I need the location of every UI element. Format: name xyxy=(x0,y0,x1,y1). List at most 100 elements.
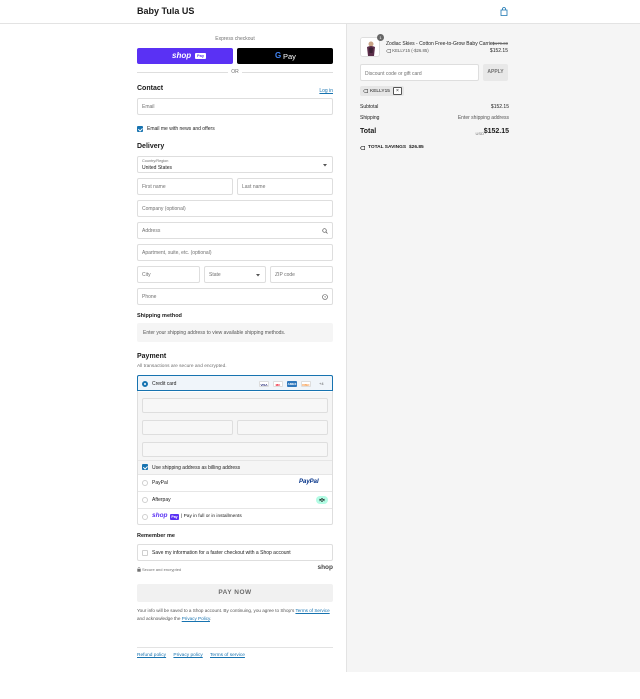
card-fields-area xyxy=(138,392,332,461)
country-value: United States xyxy=(142,165,173,171)
billing-address-row: Use shipping address as billing address xyxy=(138,461,332,475)
discount-placeholder: Discount code or gift card xyxy=(365,71,422,77)
quantity-badge: 1 xyxy=(377,34,384,41)
privacy-link[interactable]: Privacy Policy xyxy=(182,616,210,621)
product-image xyxy=(360,37,380,57)
card-number-field[interactable] xyxy=(142,398,328,413)
last-name-field[interactable]: Last name xyxy=(237,178,333,195)
apply-button[interactable]: APPLY xyxy=(483,64,508,81)
fine-print-text: Your info will be saved to a Shop accoun… xyxy=(137,608,296,613)
shopping-bag-icon[interactable] xyxy=(500,7,508,16)
state-placeholder: State xyxy=(209,271,221,278)
credit-card-radio[interactable] xyxy=(142,381,148,387)
security-code-field[interactable] xyxy=(237,420,328,435)
name-on-card-field[interactable] xyxy=(142,442,328,457)
billing-same-label: Use shipping address as billing address xyxy=(152,465,241,471)
terms-link[interactable]: Terms of Service xyxy=(295,608,329,613)
apartment-placeholder: Apartment, suite, etc. (optional) xyxy=(142,249,212,256)
credit-card-option[interactable]: Credit card VISA MC AMEX DISC +4 xyxy=(137,375,333,391)
tag-icon xyxy=(385,48,391,53)
company-field[interactable]: Company (optional) xyxy=(137,200,333,217)
product-price: $152.15 xyxy=(489,48,508,54)
total-label: Total xyxy=(360,128,377,135)
product-discount-code: KELLY15 (-$26.85) xyxy=(392,48,429,53)
total-savings-label: TOTAL SAVINGS xyxy=(368,145,407,150)
total-row: Total USD $152.15 xyxy=(360,128,509,138)
brand-logo[interactable]: Baby Tula US xyxy=(137,6,194,16)
discount-code-input[interactable]: Discount code or gift card xyxy=(360,64,479,81)
order-summary: 1 Zodiac Skies - Cotton Free-to-Grow Bab… xyxy=(346,24,640,672)
remember-me-title: Remember me xyxy=(137,533,175,539)
city-field[interactable]: City xyxy=(137,266,200,283)
afterpay-radio[interactable] xyxy=(142,497,148,503)
payment-subtitle: All transactions are secure and encrypte… xyxy=(137,364,227,369)
shop-pay-installments-logo: shop xyxy=(152,512,168,519)
country-label: Country/Region xyxy=(142,159,169,163)
phone-placeholder: Phone xyxy=(142,293,157,300)
shop-pay-wordmark: shop xyxy=(172,51,192,60)
phone-field[interactable]: Phone ? xyxy=(137,288,333,305)
first-name-placeholder: First name xyxy=(142,183,166,190)
country-select[interactable]: Country/Region United States xyxy=(137,156,333,173)
afterpay-label: Afterpay xyxy=(152,497,171,503)
fine-print-and: and acknowledge the xyxy=(137,615,182,621)
applied-discount-code: KELLY15 xyxy=(370,88,390,94)
fine-print: Your info will be saved to a Shop accoun… xyxy=(137,607,333,622)
state-select[interactable]: State xyxy=(204,266,266,283)
zip-placeholder: ZIP code xyxy=(275,271,295,278)
paypal-label: PayPal xyxy=(152,480,168,486)
paypal-radio[interactable] xyxy=(142,480,148,486)
remember-label: Save my information for a faster checkou… xyxy=(152,550,291,556)
email-placeholder: Email xyxy=(142,103,155,110)
more-cards-label: +4 xyxy=(319,381,324,386)
search-icon xyxy=(322,228,328,234)
remember-checkbox[interactable] xyxy=(142,550,148,556)
shop-pay-installments-option[interactable]: shop Pay | Pay in full or in installment… xyxy=(138,509,332,525)
subtotal-value: $152.15 xyxy=(490,104,509,110)
payment-options: Credit card VISA MC AMEX DISC +4 Use shi… xyxy=(137,375,333,525)
shop-pay-button[interactable]: shop Pay xyxy=(137,48,233,64)
first-name-field[interactable]: First name xyxy=(137,178,233,195)
login-link[interactable]: Log in xyxy=(319,88,333,94)
product-name: Zodiac Skies - Cotton Free-to-Grow Baby … xyxy=(386,41,495,47)
tag-icon xyxy=(360,145,365,150)
apartment-field[interactable]: Apartment, suite, etc. (optional) xyxy=(137,244,333,261)
help-icon[interactable]: ? xyxy=(322,294,328,300)
remember-me-box: Save my information for a faster checkou… xyxy=(137,544,333,561)
newsletter-checkbox[interactable] xyxy=(137,126,143,132)
footer-divider xyxy=(137,647,333,648)
footer-links: Refund policy Privacy policy Terms of se… xyxy=(137,653,251,658)
fine-print-end: . xyxy=(209,615,212,621)
header: Baby Tula US xyxy=(0,0,640,24)
google-pay-label: Pay xyxy=(283,51,296,61)
terms-of-service-link[interactable]: Terms of service xyxy=(210,653,245,658)
lock-icon xyxy=(137,567,141,572)
afterpay-option[interactable]: Afterpay xyxy=(138,492,332,509)
total-value: $152.15 xyxy=(483,128,509,135)
shop-pay-installments-radio[interactable] xyxy=(142,514,148,520)
last-name-placeholder: Last name xyxy=(242,183,266,190)
pay-now-button[interactable]: PAY NOW xyxy=(137,584,333,602)
google-pay-button[interactable]: G Pay xyxy=(237,48,333,64)
remove-discount-icon[interactable]: × xyxy=(393,87,402,95)
product-original-price: $179.00 xyxy=(492,41,508,46)
zip-field[interactable]: ZIP code xyxy=(270,266,333,283)
billing-same-checkbox[interactable] xyxy=(142,464,148,470)
email-field[interactable]: Email xyxy=(137,98,333,115)
address-placeholder: Address xyxy=(142,227,161,234)
chevron-down-icon xyxy=(323,164,327,167)
address-field[interactable]: Address xyxy=(137,222,333,239)
company-placeholder: Company (optional) xyxy=(142,205,186,212)
shop-pay-badge: Pay xyxy=(195,53,206,59)
amex-icon: AMEX xyxy=(287,381,297,387)
privacy-policy-link[interactable]: Privacy policy xyxy=(173,653,202,658)
applied-discount-tag: KELLY15 × xyxy=(360,86,404,96)
delivery-title: Delivery xyxy=(137,143,165,150)
refund-policy-link[interactable]: Refund policy xyxy=(137,653,166,658)
total-savings-value: $26.85 xyxy=(409,145,424,150)
shipping-value: Enter shipping address xyxy=(457,115,509,121)
product-discount-line: KELLY15 (-$26.85) xyxy=(385,48,429,53)
expiration-field[interactable] xyxy=(142,420,233,435)
paypal-option[interactable]: PayPal PayPal xyxy=(138,475,332,492)
shop-pay-installments-label: | Pay in full or in installments xyxy=(181,514,242,519)
